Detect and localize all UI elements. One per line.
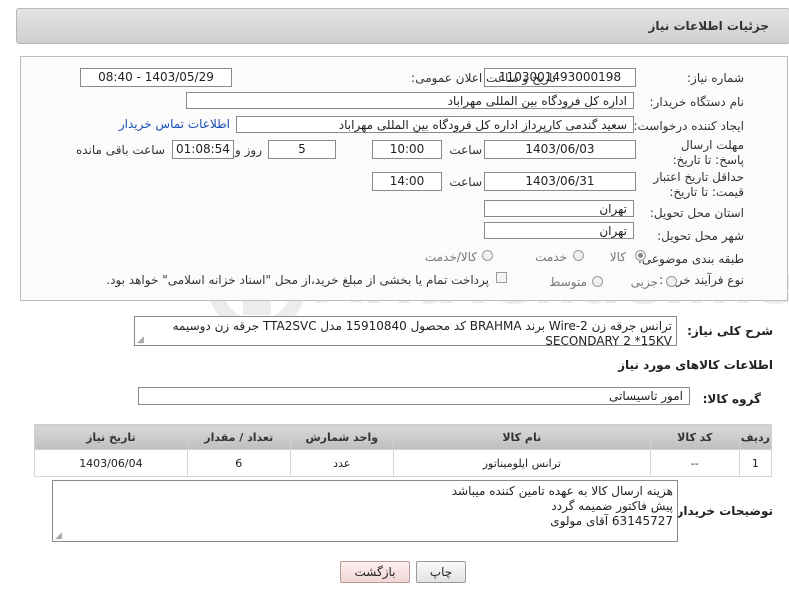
province-label: استان محل تحویل: <box>649 206 744 220</box>
quantity-cell: 6 <box>186 449 291 477</box>
days-remaining-field: 5 <box>268 140 336 159</box>
description-field: ترانس جرقه زن Wire-2 برند BRAHMA کد محصو… <box>134 316 677 346</box>
goods-table: ردیف کد کالا نام کالا واحد شمارش تعداد /… <box>34 424 773 477</box>
requester-field: سعید گندمی کارپرداز اداره کل فرودگاه بین… <box>236 116 634 133</box>
requester-label: ایجاد کننده درخواست: <box>633 119 744 133</box>
need-date-cell: 1403/06/04 <box>34 449 188 477</box>
announce-date-field: 1403/05/29 - 08:40 <box>80 68 232 87</box>
deadline-time-label: ساعت <box>449 143 482 157</box>
category-radio-service[interactable] <box>573 250 584 261</box>
col-date-header: تاریخ نیاز <box>34 424 188 450</box>
goods-section-title: اطلاعات کالاهای مورد نیاز <box>618 358 773 372</box>
buyer-contact-link[interactable]: اطلاعات تماس خریدار <box>119 117 230 131</box>
process-radio-medium[interactable] <box>592 276 603 287</box>
goods-table-header: ردیف کد کالا نام کالا واحد شمارش تعداد /… <box>34 424 773 450</box>
deadline-time-field: 10:00 <box>372 140 442 159</box>
col-row-header: ردیف <box>738 424 773 450</box>
price-validity-time-field: 14:00 <box>372 172 442 191</box>
buyer-notes-field: هزینه ارسال کالا به عهده تامین کننده میب… <box>52 480 678 542</box>
description-label: شرح کلی نیاز: <box>687 324 773 338</box>
table-row: 1 -- ترانس ایلومیناتور عدد 6 1403/06/04 <box>34 449 773 477</box>
buyer-org-field: اداره کل فرودگاه بین المللی مهراباد <box>186 92 634 109</box>
time-remaining-field: 01:08:54 <box>172 140 234 159</box>
col-unit-header: واحد شمارش <box>289 424 394 450</box>
category-option-goods-service: کالا/خدمت <box>424 250 477 264</box>
buyer-note-line: هزینه ارسال کالا به عهده تامین کننده میب… <box>451 484 673 498</box>
process-option-minor: جزیی <box>630 275 658 289</box>
unit-cell: عدد <box>289 449 394 477</box>
col-code-header: کد کالا <box>649 424 740 450</box>
process-option-medium: متوسط <box>549 275 587 289</box>
treasury-payment-checkbox[interactable] <box>496 272 507 283</box>
buyer-note-line: پیش فاکتور ضمیمه گردد <box>551 499 673 513</box>
price-validity-label: حداقل تاریخ اعتبار قیمت: تا تاریخ: <box>653 170 744 199</box>
goods-name-cell: ترانس ایلومیناتور <box>392 449 651 477</box>
time-remaining-label: ساعت باقی مانده <box>75 143 165 157</box>
category-label: طبقه بندی موضوعی: <box>637 252 744 266</box>
category-option-service: خدمت <box>535 250 567 264</box>
province-field: تهران <box>484 200 634 217</box>
buyer-notes-label: توضیحات خریدار: <box>671 504 773 518</box>
category-option-goods: کالا <box>609 250 626 264</box>
price-validity-date-field: 1403/06/31 <box>484 172 636 191</box>
price-validity-time-label: ساعت <box>449 175 482 189</box>
buyer-org-label: نام دستگاه خریدار: <box>649 95 745 109</box>
goods-code-cell: -- <box>649 449 740 477</box>
category-radio-goods[interactable] <box>635 250 646 261</box>
row-number-cell: 1 <box>738 449 773 477</box>
announce-date-label: تاریخ و ساعت اعلان عمومی: <box>411 71 556 85</box>
page-header: جزئیات اطلاعات نیاز <box>16 8 789 44</box>
col-quantity-header: تعداد / مقدار <box>186 424 291 450</box>
category-radio-goods-service[interactable] <box>482 250 493 261</box>
back-button[interactable]: بازگشت <box>340 561 410 583</box>
goods-group-field: امور تاسیساتی <box>138 387 690 405</box>
city-label: شهر محل تحویل: <box>657 229 744 243</box>
print-button[interactable]: چاپ <box>416 561 466 583</box>
deadline-label: مهلت ارسال پاسخ: تا تاریخ: <box>672 138 744 167</box>
buyer-note-line: 63145727 آقای مولوی <box>550 514 673 528</box>
page-title: جزئیات اطلاعات نیاز <box>648 19 769 33</box>
goods-group-label: گروه کالا: <box>702 392 761 406</box>
resize-handle-icon[interactable]: ◢ <box>55 531 62 541</box>
city-field: تهران <box>484 222 634 239</box>
deadline-date-field: 1403/06/03 <box>484 140 636 159</box>
process-radio-minor[interactable] <box>666 276 677 287</box>
resize-handle-icon[interactable]: ◢ <box>137 335 144 345</box>
days-label: روز و <box>235 143 262 157</box>
col-name-header: نام کالا <box>392 424 651 450</box>
treasury-payment-note: پرداخت تمام یا بخشی از مبلغ خرید،از محل … <box>106 273 489 287</box>
need-number-label: شماره نیاز: <box>687 71 744 85</box>
